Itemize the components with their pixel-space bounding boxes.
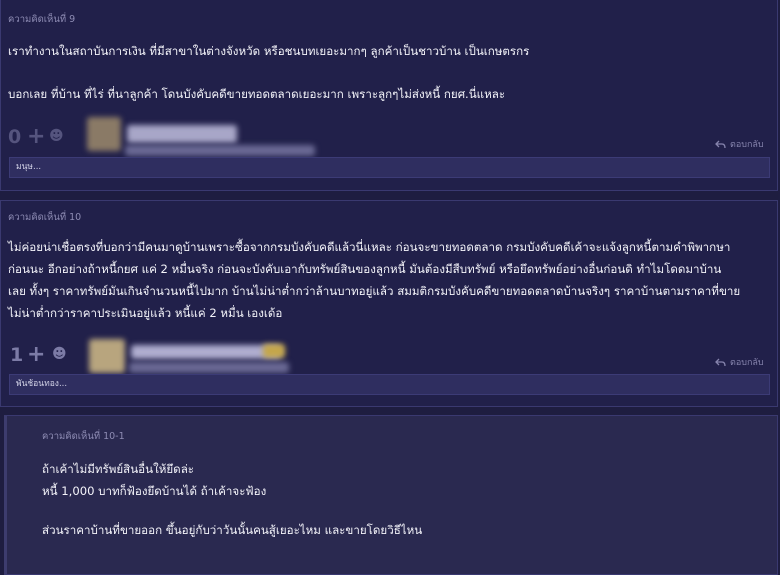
badge	[263, 344, 285, 358]
reply-field-text: มนุษ...	[16, 162, 42, 172]
emoji-icon[interactable]: ☻	[52, 346, 67, 362]
reply-input[interactable]: มนุษ...	[9, 157, 770, 178]
vote-score: 1	[10, 344, 24, 366]
comment-text-line: หนี้ 1,000 บาทก็ฟ้องยึดบ้านได้ ถ้าเค้าจะ…	[42, 484, 267, 498]
post-meta	[125, 145, 315, 156]
comment-text-line: ไม่ค่อยน่าเชื่อตรงที่บอกว่ามีคนมาดูบ้านเ…	[8, 240, 731, 254]
reply-field-text: พันช้อนทอง...	[16, 379, 68, 389]
avatar[interactable]	[87, 117, 121, 151]
comment-10-1: ความคิดเห็นที่ 10-1 ถ้าเค้าไม่มีทรัพย์สิ…	[4, 415, 778, 575]
reply-label: ตอบกลับ	[730, 140, 764, 150]
reply-arrow-icon	[715, 358, 726, 367]
reply-button[interactable]: ตอบกลับ	[715, 355, 764, 369]
emoji-icon[interactable]: ☻	[49, 128, 64, 144]
comment-text-line: ก่อนนะ อีกอย่างถ้าหนี้กยศ แค่ 2 หมื่นจริ…	[8, 262, 722, 276]
reply-button[interactable]: ตอบกลับ	[715, 137, 764, 151]
comment-9: ความคิดเห็นที่ 9 เราทำงานในสถาบันการเงิน…	[0, 0, 778, 191]
comment-number: ความคิดเห็นที่ 9	[8, 14, 76, 25]
reply-label: ตอบกลับ	[730, 358, 764, 368]
comment-text-line: ถ้าเค้าไม่มีทรัพย์สินอื่นให้ยึดล่ะ	[42, 462, 195, 476]
comment-text-line: เราทำงานในสถาบันการเงิน ที่มีสาขาในต่างจ…	[8, 44, 530, 58]
comment-text-line: บอกเลย ที่บ้าน ที่ไร่ ที่นาลูกค้า โดนบัง…	[8, 87, 506, 101]
comment-text-line: ส่วนราคาบ้านที่ขายออก ขึ้นอยู่กับว่าวันน…	[42, 523, 423, 537]
comment-number: ความคิดเห็นที่ 10	[8, 212, 82, 223]
plus-icon[interactable]: +	[27, 342, 45, 367]
comment-text-line: เลย ทั้งๆ ราคาทรัพย์มันเกินจำนวนหนี้ไปมา…	[8, 284, 741, 298]
reply-arrow-icon	[715, 140, 726, 149]
post-meta	[129, 362, 289, 373]
reply-input[interactable]: พันช้อนทอง...	[9, 374, 770, 395]
comment-text-line: ไม่น่าต่ำกว่าราคาประเมินอยู่แล้ว หนี้แค่…	[8, 306, 283, 320]
username[interactable]	[127, 125, 237, 143]
avatar[interactable]	[89, 339, 125, 373]
plus-icon[interactable]: +	[27, 124, 45, 149]
comment-number: ความคิดเห็นที่ 10-1	[42, 431, 125, 442]
comment-10: ความคิดเห็นที่ 10 ไม่ค่อยน่าเชื่อตรงที่บ…	[0, 200, 778, 407]
username[interactable]	[131, 345, 281, 359]
vote-score: 0	[8, 126, 22, 148]
